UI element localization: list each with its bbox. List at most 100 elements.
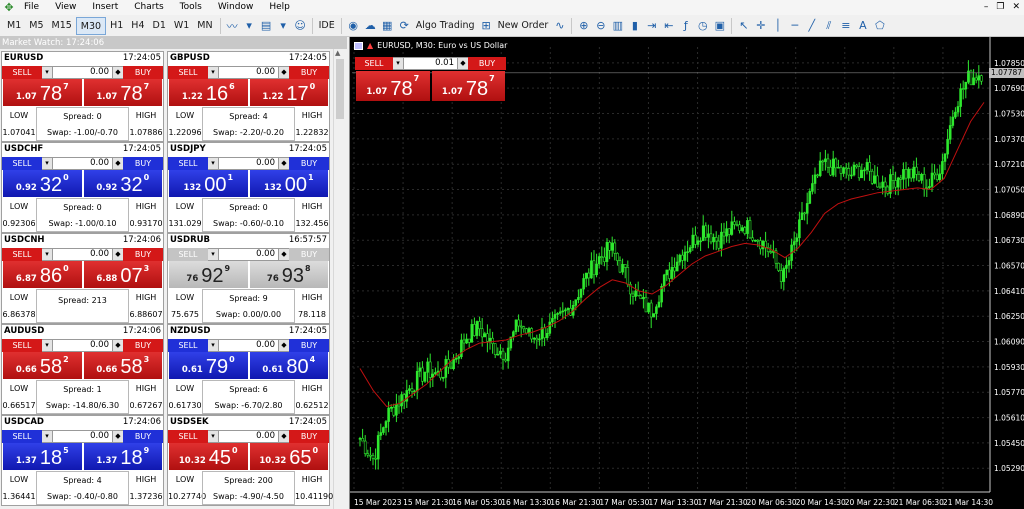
bid-price[interactable]: 10.32 45 0	[169, 443, 248, 470]
buy-button[interactable]: BUY	[123, 248, 163, 261]
lot-stepper-icon[interactable]: ◆	[112, 340, 123, 351]
bid-price[interactable]: 0.66 58 2	[3, 352, 82, 379]
vertical-line-icon[interactable]: │	[769, 17, 786, 34]
timeframe-m15[interactable]: M15	[48, 17, 76, 35]
lot-stepper-icon[interactable]: ◆	[278, 158, 289, 169]
lot-stepper-icon[interactable]: ◆	[457, 58, 468, 69]
lot-size-input[interactable]: 0.00	[219, 249, 278, 260]
channel-icon[interactable]: ⫽	[820, 17, 837, 34]
bid-price[interactable]: 1.22 16 6	[169, 79, 248, 106]
menu-tools[interactable]: Tools	[172, 0, 210, 15]
ask-price[interactable]: 10.32 65 0	[249, 443, 328, 470]
restore-icon[interactable]: ❐	[996, 0, 1004, 15]
lot-stepper-icon[interactable]: ◆	[112, 158, 123, 169]
sell-button[interactable]: SELL	[2, 248, 42, 261]
user-icon[interactable]: ☺	[292, 17, 309, 34]
buy-button[interactable]: BUY	[123, 430, 163, 443]
timeframe-mn[interactable]: MN	[193, 17, 216, 35]
zoom-out-icon[interactable]: ⊖	[592, 17, 609, 34]
menu-file[interactable]: File	[16, 0, 47, 15]
signal-icon[interactable]: ◉	[345, 17, 362, 34]
lot-dropdown-icon[interactable]: ▾	[393, 58, 404, 69]
scroll-up-icon[interactable]: ▲	[335, 49, 340, 57]
buy-button[interactable]: BUY	[123, 66, 163, 79]
lot-dropdown-icon[interactable]: ▾	[42, 340, 53, 351]
cursor-icon[interactable]: ↖	[735, 17, 752, 34]
market-watch-scrollbar[interactable]: ▲	[333, 49, 345, 509]
autoscroll-icon[interactable]: ⇥	[643, 17, 660, 34]
horizontal-line-icon[interactable]: ─	[786, 17, 803, 34]
lot-size-input[interactable]: 0.00	[53, 340, 112, 351]
sell-button[interactable]: SELL	[2, 430, 42, 443]
text-icon[interactable]: A	[854, 17, 871, 34]
ask-price[interactable]: 6.88 07 3	[83, 261, 162, 288]
ask-price[interactable]: 76 93 8	[249, 261, 328, 288]
buy-button[interactable]: BUY	[289, 157, 329, 170]
sell-button[interactable]: SELL	[2, 339, 42, 352]
sell-button[interactable]: SELL	[168, 66, 208, 79]
timeframe-h1[interactable]: H1	[106, 17, 127, 35]
sell-button[interactable]: SELL	[168, 430, 208, 443]
buy-button[interactable]: BUY	[289, 248, 329, 261]
timeframe-h4[interactable]: H4	[127, 17, 148, 35]
sell-button[interactable]: SELL	[2, 66, 42, 79]
lot-stepper-icon[interactable]: ◆	[278, 340, 289, 351]
sell-button[interactable]: SELL	[2, 157, 42, 170]
lot-dropdown-icon[interactable]: ▾	[42, 158, 53, 169]
algo-trading-button[interactable]: Algo Trading	[413, 17, 478, 35]
lot-stepper-icon[interactable]: ◆	[278, 249, 289, 260]
lot-dropdown-icon[interactable]: ▾	[208, 340, 219, 351]
lot-size-input[interactable]: 0.00	[53, 431, 112, 442]
new-order-button[interactable]: New Order	[495, 17, 552, 35]
lot-dropdown-icon[interactable]: ▾	[208, 431, 219, 442]
sell-button[interactable]: SELL	[168, 339, 208, 352]
lot-size-input[interactable]: 0.00	[53, 158, 112, 169]
bid-price[interactable]: 6.87 86 0	[3, 261, 82, 288]
vps-icon[interactable]: ▦	[379, 17, 396, 34]
ask-price[interactable]: 132 00 1	[249, 170, 328, 197]
trendline-icon[interactable]: ╱	[803, 17, 820, 34]
menu-help[interactable]: Help	[261, 0, 298, 15]
lot-dropdown-icon[interactable]: ▾	[42, 249, 53, 260]
menu-view[interactable]: View	[47, 0, 84, 15]
chart-ask-price[interactable]: 1.07 78 7	[431, 71, 505, 101]
sell-button[interactable]: SELL	[168, 248, 208, 261]
menu-charts[interactable]: Charts	[126, 0, 171, 15]
ask-price[interactable]: 1.37 18 9	[83, 443, 162, 470]
lot-size-input[interactable]: 0.01	[404, 58, 457, 69]
buy-button[interactable]: BUY	[289, 339, 329, 352]
lot-size-input[interactable]: 0.00	[53, 249, 112, 260]
chart-type-icon[interactable]: 〰	[224, 17, 241, 34]
chart-window[interactable]: 1.07850 1.07690 1.07530 1.07370 1.07210 1.070…	[349, 37, 1024, 509]
lot-size-input[interactable]: 0.00	[219, 67, 278, 78]
chart-shift-icon[interactable]: ⇤	[660, 17, 677, 34]
chart-sell-button[interactable]: SELL	[355, 57, 393, 70]
buy-button[interactable]: BUY	[123, 157, 163, 170]
bid-price[interactable]: 0.92 32 0	[3, 170, 82, 197]
lot-dropdown-icon[interactable]: ▾	[208, 158, 219, 169]
lot-dropdown-icon[interactable]: ▾	[42, 67, 53, 78]
bid-price[interactable]: 1.37 18 5	[3, 443, 82, 470]
buy-button[interactable]: BUY	[289, 430, 329, 443]
lot-stepper-icon[interactable]: ◆	[112, 431, 123, 442]
ask-price[interactable]: 0.61 80 4	[249, 352, 328, 379]
bid-price[interactable]: 0.61 79 0	[169, 352, 248, 379]
ask-price[interactable]: 1.07 78 7	[83, 79, 162, 106]
ask-price[interactable]: 0.92 32 0	[83, 170, 162, 197]
minimize-icon[interactable]: –	[984, 0, 989, 15]
menu-window[interactable]: Window	[210, 0, 262, 15]
dropdown-arrow-icon[interactable]: ▾	[241, 17, 258, 34]
templates-icon[interactable]: ▤	[258, 17, 275, 34]
ask-price[interactable]: 0.66 58 3	[83, 352, 162, 379]
lot-size-input[interactable]: 0.00	[219, 158, 278, 169]
lot-stepper-icon[interactable]: ◆	[278, 431, 289, 442]
timeframe-m30[interactable]: M30	[75, 16, 107, 35]
sell-button[interactable]: SELL	[168, 157, 208, 170]
cloud-icon[interactable]: ☁	[362, 17, 379, 34]
screenshot-icon[interactable]: ▣	[711, 17, 728, 34]
tile-windows-icon[interactable]: ▥	[609, 17, 626, 34]
timeframe-m5[interactable]: M5	[25, 17, 47, 35]
market-signal-icon[interactable]: ∿	[551, 17, 568, 34]
lot-dropdown-icon[interactable]: ▾	[208, 249, 219, 260]
lot-size-input[interactable]: 0.00	[219, 340, 278, 351]
